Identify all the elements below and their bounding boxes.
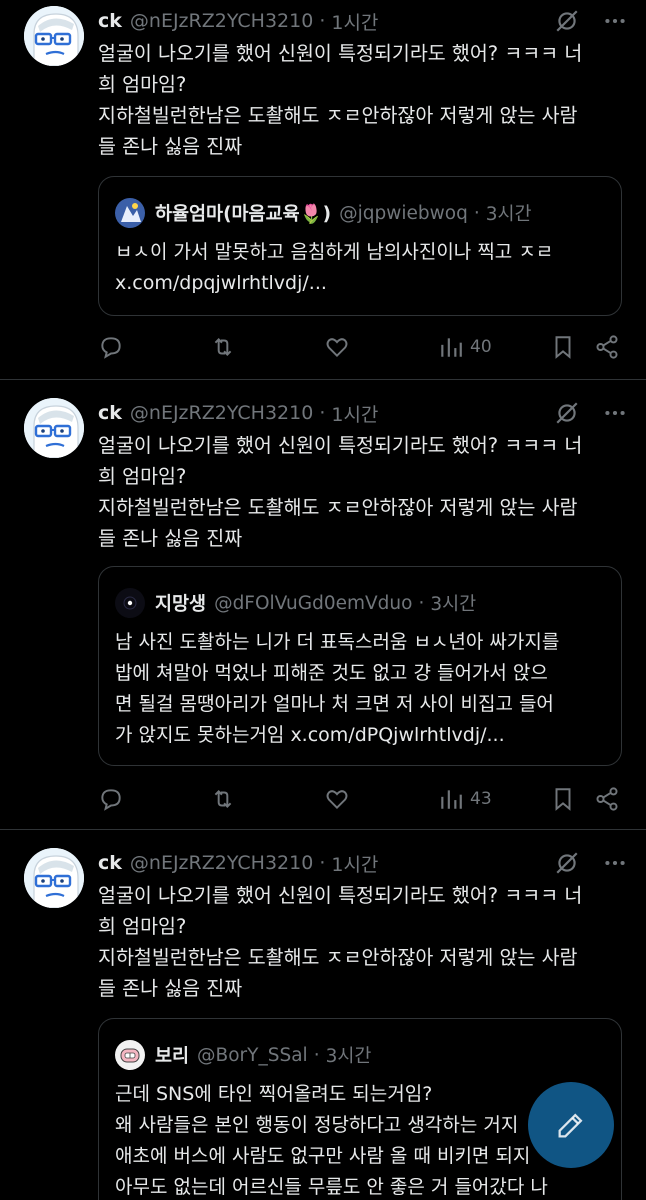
quote-author-name: 하율엄마(마음교육🌷) bbox=[155, 204, 332, 225]
text-line: 가 앉지도 못하는거임 x.com/dPQjwlrhtlvdj/... bbox=[115, 724, 505, 746]
quote-header: 하율엄마(마음교육🌷) @jqpwiebwoq · 3시간 bbox=[115, 198, 605, 228]
text-line: 지하철빌런한남은 도촬해도 ㅈㄹ안하잖아 저렇게 앉는 사람 bbox=[98, 496, 578, 519]
tweet-header: ck @nEJzRZ2YCH3210 · 1시간 bbox=[98, 6, 626, 36]
author-name[interactable]: ck bbox=[98, 852, 122, 874]
author-handle[interactable]: @nEJzRZ2YCH3210 bbox=[130, 10, 313, 32]
quote-header: 지망생 @dFOlVuGd0emVduo · 3시간 bbox=[115, 588, 605, 618]
views-button[interactable]: 40 bbox=[438, 334, 492, 360]
text-line: ㅂㅅ이 가서 말못하고 음침하게 남의사진이나 찍고 ㅈㄹ bbox=[115, 241, 554, 263]
author-handle[interactable]: @nEJzRZ2YCH3210 bbox=[130, 402, 313, 424]
text-line: 희 엄마임? bbox=[98, 73, 187, 96]
more-icon[interactable] bbox=[602, 8, 628, 34]
text-line: 지하철빌런한남은 도촬해도 ㅈㄹ안하잖아 저렇게 앉는 사람 bbox=[98, 104, 578, 127]
text-line: 희 엄마임? bbox=[98, 465, 187, 488]
tweet-header: ck @nEJzRZ2YCH3210 · 1시간 bbox=[98, 848, 626, 878]
tweet-actions: 40 bbox=[98, 332, 630, 362]
tweet-actions: 43 bbox=[98, 784, 630, 814]
tweet-header: ck @nEJzRZ2YCH3210 · 1시간 bbox=[98, 398, 626, 428]
quote-author-name: 보리 bbox=[155, 1046, 190, 1067]
text-line: 얼굴이 나오기를 했어 신원이 특정되기라도 했어? ㅋㅋㅋ 너 bbox=[98, 884, 583, 907]
views-count: 43 bbox=[470, 789, 492, 809]
text-line: 면 될걸 몸땡아리가 얼마나 처 크면 저 사이 비집고 들어 bbox=[115, 693, 554, 715]
timestamp[interactable]: 1시간 bbox=[331, 8, 378, 35]
author-name[interactable]: ck bbox=[98, 10, 122, 32]
views-count: 40 bbox=[470, 337, 492, 357]
quote-link[interactable]: x.com/dpqjwlrhtlvdj/... bbox=[115, 268, 607, 299]
text-line: 밥에 쳐말아 먹었나 피해준 것도 없고 걍 들어가서 앉으 bbox=[115, 662, 548, 684]
compose-button[interactable] bbox=[528, 1082, 614, 1168]
author-handle[interactable]: @nEJzRZ2YCH3210 bbox=[130, 852, 313, 874]
bookmark-icon[interactable] bbox=[550, 334, 576, 360]
views-icon bbox=[438, 334, 464, 360]
more-icon[interactable] bbox=[602, 850, 628, 876]
quote-tweet[interactable]: 지망생 @dFOlVuGd0emVduo · 3시간 남 사진 도촬하는 니가 … bbox=[98, 566, 622, 766]
quote-author-handle: @jqpwiebwoq bbox=[339, 202, 468, 224]
like-icon[interactable] bbox=[324, 786, 350, 812]
grok-icon[interactable] bbox=[554, 850, 580, 876]
avatar[interactable] bbox=[24, 398, 84, 458]
quote-timestamp: 3시간 bbox=[430, 594, 477, 615]
quote-avatar bbox=[115, 588, 145, 618]
header-actions bbox=[554, 400, 628, 426]
separator-dot: · bbox=[313, 1044, 320, 1066]
timestamp[interactable]: 1시간 bbox=[331, 400, 378, 427]
quote-avatar bbox=[115, 198, 145, 228]
reply-icon[interactable] bbox=[98, 334, 124, 360]
text-line: 지하철빌런한남은 도촬해도 ㅈㄹ안하잖아 저렇게 앉는 사람 bbox=[98, 946, 578, 969]
header-actions bbox=[554, 8, 628, 34]
quote-tweet[interactable]: 하율엄마(마음교육🌷) @jqpwiebwoq · 3시간 ㅂㅅ이 가서 말못하… bbox=[98, 176, 622, 316]
reply-icon[interactable] bbox=[98, 786, 124, 812]
text-line: 들 존나 싫음 진짜 bbox=[98, 977, 243, 1000]
quote-author-name: 지망생 bbox=[155, 594, 207, 615]
quote-author-handle: @dFOlVuGd0emVduo bbox=[214, 592, 413, 614]
tweet[interactable]: ck @nEJzRZ2YCH3210 · 1시간 얼굴이 나오기를 했어 신원이… bbox=[0, 380, 646, 830]
tweet-text: 얼굴이 나오기를 했어 신원이 특정되기라도 했어? ㅋㅋㅋ 너 희 엄마임? … bbox=[98, 880, 626, 1004]
share-icon[interactable] bbox=[594, 786, 620, 812]
views-icon bbox=[438, 786, 464, 812]
separator-dot: · bbox=[418, 592, 425, 614]
author-name[interactable]: ck bbox=[98, 402, 122, 424]
separator-dot: · bbox=[319, 402, 326, 424]
like-icon[interactable] bbox=[324, 334, 350, 360]
text-line: 얼굴이 나오기를 했어 신원이 특정되기라도 했어? ㅋㅋㅋ 너 bbox=[98, 434, 583, 457]
more-icon[interactable] bbox=[602, 400, 628, 426]
tweet[interactable]: ck @nEJzRZ2YCH3210 · 1시간 얼굴이 나오기를 했어 신원이… bbox=[0, 0, 646, 380]
compose-icon bbox=[558, 1113, 583, 1138]
separator-dot: · bbox=[319, 10, 326, 32]
retweet-icon[interactable] bbox=[210, 334, 236, 360]
text-line: 들 존나 싫음 진짜 bbox=[98, 527, 243, 550]
quote-avatar bbox=[115, 1040, 145, 1070]
quote-timestamp: 3시간 bbox=[485, 204, 532, 225]
separator-dot: · bbox=[319, 852, 326, 874]
tweet-text: 얼굴이 나오기를 했어 신원이 특정되기라도 했어? ㅋㅋㅋ 너 희 엄마임? … bbox=[98, 38, 626, 162]
avatar[interactable] bbox=[24, 848, 84, 908]
quote-text: ㅂㅅ이 가서 말못하고 음침하게 남의사진이나 찍고 ㅈㄹ x.com/dpqj… bbox=[115, 237, 607, 299]
separator-dot: · bbox=[473, 202, 480, 224]
tweet-text: 얼굴이 나오기를 했어 신원이 특정되기라도 했어? ㅋㅋㅋ 너 희 엄마임? … bbox=[98, 430, 626, 554]
timeline-feed: ck @nEJzRZ2YCH3210 · 1시간 얼굴이 나오기를 했어 신원이… bbox=[0, 0, 646, 1200]
quote-text: 남 사진 도촬하는 니가 더 표독스러움 ㅂㅅ년아 싸가지를 밥에 쳐말아 먹었… bbox=[115, 627, 607, 751]
text-line: 희 엄마임? bbox=[98, 915, 187, 938]
grok-icon[interactable] bbox=[554, 400, 580, 426]
quote-timestamp: 3시간 bbox=[325, 1046, 372, 1067]
text-line: 아무도 없는데 어르신들 무릎도 안 좋은 거 들어갔다 나 bbox=[115, 1176, 548, 1198]
avatar[interactable] bbox=[24, 6, 84, 66]
quote-author-handle: @BorY_SSal bbox=[197, 1044, 308, 1066]
grok-icon[interactable] bbox=[554, 8, 580, 34]
retweet-icon[interactable] bbox=[210, 786, 236, 812]
share-icon[interactable] bbox=[594, 334, 620, 360]
bookmark-icon[interactable] bbox=[550, 786, 576, 812]
text-line: 얼굴이 나오기를 했어 신원이 특정되기라도 했어? ㅋㅋㅋ 너 bbox=[98, 42, 583, 65]
text-line: 남 사진 도촬하는 니가 더 표독스러움 ㅂㅅ년아 싸가지를 bbox=[115, 631, 560, 653]
quote-header: 보리 @BorY_SSal · 3시간 bbox=[115, 1040, 605, 1070]
header-actions bbox=[554, 850, 628, 876]
views-button[interactable]: 43 bbox=[438, 786, 492, 812]
timestamp[interactable]: 1시간 bbox=[331, 850, 378, 877]
text-line: 들 존나 싫음 진짜 bbox=[98, 135, 243, 158]
